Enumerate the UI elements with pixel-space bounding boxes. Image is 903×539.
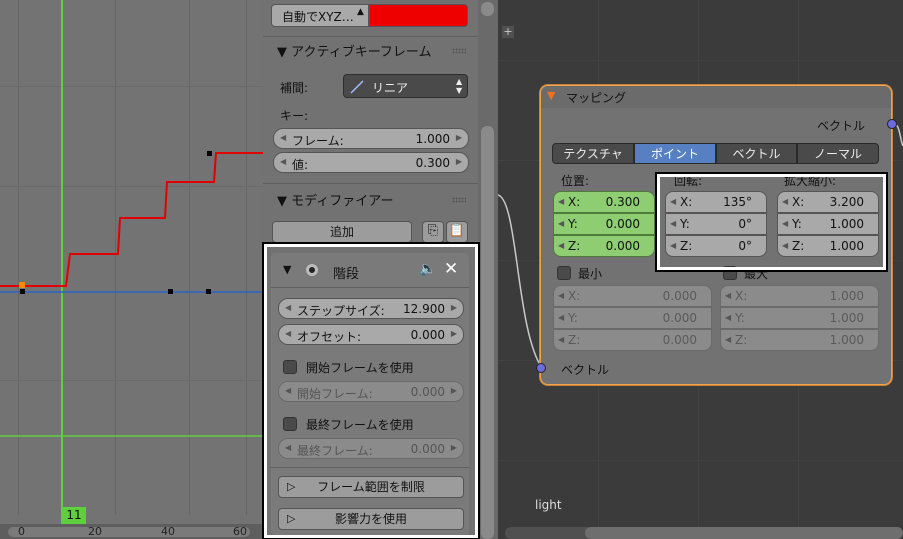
tab-normal[interactable]: ノーマル (797, 143, 879, 164)
axis-label: Z: (568, 333, 581, 347)
axis-label: Y: (568, 311, 578, 325)
ruler-label: 20 (88, 525, 102, 538)
vector-input-label: ベクトル (561, 363, 610, 377)
vector-output-socket[interactable] (887, 119, 897, 129)
min-z-field: ◀ Z: 0.000 (553, 329, 712, 351)
field-value: 1.000 (829, 311, 864, 325)
interpolation-select[interactable]: リニア ▲ ▼ (343, 74, 468, 98)
tab-vector[interactable]: ベクトル (716, 143, 797, 164)
current-frame-badge: 11 (62, 507, 86, 524)
updown-arrows-icon: ▲ ▼ (456, 77, 463, 95)
add-modifier-button[interactable]: 追加 (272, 221, 412, 243)
left-arrow-icon[interactable]: ◀ (558, 219, 564, 228)
graph-editor[interactable] (0, 0, 263, 539)
left-arrow-icon: ◀ (725, 291, 732, 300)
field-value: 0.300 (415, 156, 450, 170)
tab-point[interactable]: ポイント (634, 143, 716, 164)
left-arrow-icon[interactable]: ◀ (280, 157, 286, 166)
drag-grip-icon[interactable] (452, 197, 466, 203)
field-value: 0.000 (662, 333, 697, 347)
max-y-field: ◀ Y: 1.000 (720, 307, 879, 329)
axis-label: X: (568, 195, 581, 209)
field-value: 1.000 (415, 132, 450, 146)
axis-label: Y: (568, 217, 578, 231)
axis-label: X: (735, 289, 748, 303)
right-arrow-icon[interactable]: ▶ (456, 133, 462, 142)
min-label[interactable]: 最小 (578, 265, 602, 282)
keyframe-point (20, 289, 25, 294)
max-z-field: ◀ Z: 1.000 (720, 329, 879, 351)
highlight-box-rotation-scale (655, 172, 888, 272)
field-value: 0.300 (605, 195, 640, 209)
interpolation-value: リニア (372, 81, 409, 95)
location-label: 位置: (561, 174, 590, 188)
left-arrow-icon[interactable]: ◀ (558, 197, 564, 206)
curve-color-swatch[interactable] (369, 4, 468, 27)
keyframe-point (168, 289, 173, 294)
field-value: 0.000 (605, 239, 640, 253)
curve-canvas[interactable] (0, 0, 263, 524)
min-x-field: ◀ X: 0.000 (553, 285, 712, 307)
axis-mode-select[interactable]: 自動でXYZ… ▲ (271, 4, 369, 27)
location-z-field[interactable]: ◀ Z: 0.000 (553, 235, 655, 257)
highlight-box-modifier (262, 242, 480, 539)
paste-modifiers-icon[interactable]: 📋 (446, 221, 468, 243)
divider (263, 36, 478, 37)
vector-input-socket[interactable] (536, 363, 546, 373)
mapping-node-header[interactable]: ▼ マッピング (541, 86, 891, 108)
keyframe-frame-field[interactable]: ◀ フレーム: 1.000 ▶ (273, 128, 469, 149)
axis-label: Z: (568, 239, 581, 253)
left-arrow-icon: ◀ (558, 291, 565, 300)
right-arrow-icon[interactable]: ▶ (456, 157, 462, 166)
left-arrow-icon: ◀ (725, 313, 732, 322)
axis-label: Z: (735, 333, 748, 347)
axis-label: X: (568, 289, 581, 303)
tab-texture[interactable]: テクスチャ (552, 143, 634, 164)
location-y-field[interactable]: ◀ Y: 0.000 (553, 213, 655, 235)
left-arrow-icon[interactable]: ◀ (280, 133, 286, 142)
ruler-label: 60 (233, 525, 247, 538)
interpolation-label: 補間: (280, 81, 309, 95)
key-label: キー: (280, 109, 309, 123)
keyframe-point (207, 151, 212, 156)
field-label: 値: (292, 158, 309, 172)
left-arrow-icon: ◀ (558, 335, 565, 344)
modifiers-header[interactable]: ▼ モディファイアー (277, 190, 393, 209)
linear-interp-icon (350, 80, 364, 94)
active-object-label: light (535, 498, 562, 512)
field-value: 0.000 (605, 217, 640, 231)
updown-arrows-icon: ▲ (357, 7, 364, 17)
copy-modifiers-icon[interactable]: ⎘ (422, 221, 444, 243)
collapse-triangle-icon[interactable]: ▼ (547, 89, 555, 102)
left-arrow-icon: ◀ (725, 335, 732, 344)
axis-label: Y: (735, 311, 745, 325)
field-value: 1.000 (829, 333, 864, 347)
min-checkbox[interactable] (557, 266, 571, 280)
keyframe-point (206, 289, 211, 294)
ruler-label: 0 (18, 525, 25, 538)
field-value: 0.000 (662, 311, 697, 325)
field-label: フレーム: (292, 134, 344, 148)
field-value: 0.000 (662, 289, 697, 303)
properties-scrollbar-thumb[interactable] (481, 126, 494, 539)
drag-grip-icon[interactable] (452, 48, 466, 54)
node-title: マッピング (566, 91, 627, 105)
ruler-label: 40 (161, 525, 175, 538)
vector-output-label: ベクトル (817, 119, 866, 133)
max-x-field: ◀ X: 1.000 (720, 285, 879, 307)
axis-mode-value: 自動でXYZ… (282, 10, 354, 24)
active-keyframe-header[interactable]: ▼ アクティブキーフレーム (277, 41, 432, 60)
left-arrow-icon: ◀ (558, 313, 565, 322)
stepped-curve (0, 152, 263, 287)
scrollbar-up[interactable] (481, 2, 494, 16)
horizontal-scrollbar[interactable] (8, 527, 250, 537)
location-x-field[interactable]: ◀ X: 0.300 (553, 191, 655, 213)
min-y-field: ◀ Y: 0.000 (553, 307, 712, 329)
field-value: 1.000 (829, 289, 864, 303)
keyframe-point-selected (19, 282, 25, 288)
node-editor-scrollbar-thumb[interactable] (585, 527, 903, 539)
keyframe-value-field[interactable]: ◀ 値: 0.300 ▶ (273, 152, 469, 173)
left-arrow-icon[interactable]: ◀ (558, 241, 564, 250)
divider (263, 183, 478, 184)
